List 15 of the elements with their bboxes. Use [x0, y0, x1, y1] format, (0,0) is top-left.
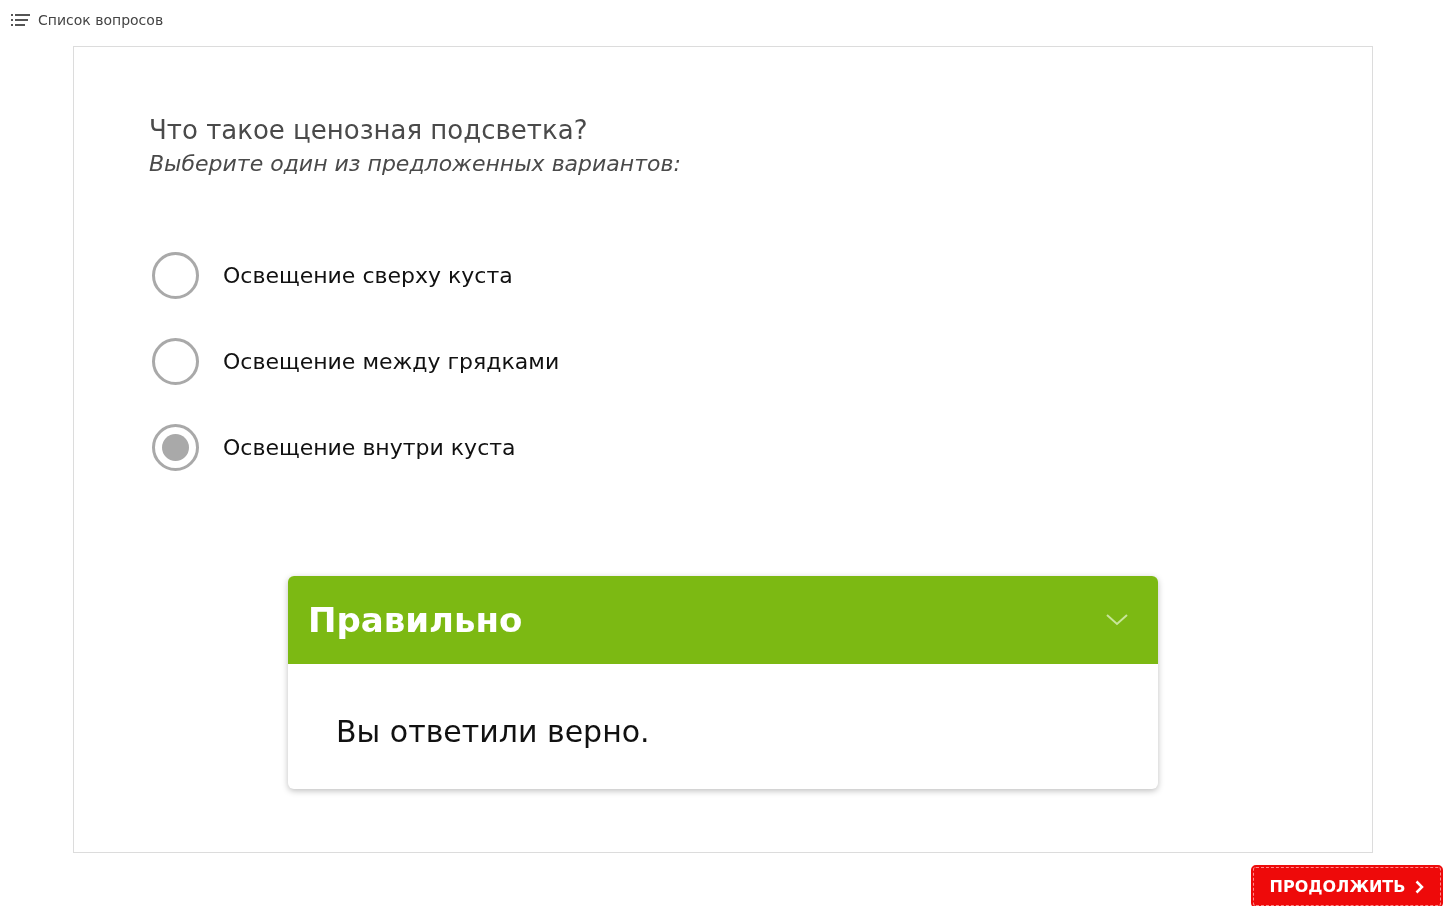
radio-button[interactable]: [152, 424, 199, 471]
list-icon: [11, 14, 30, 26]
radio-button[interactable]: [152, 338, 199, 385]
option-label[interactable]: Освещение между грядками: [223, 349, 560, 374]
question-instruction: Выберите один из предложенных вариантов:: [149, 151, 681, 176]
chevron-down-icon[interactable]: [1106, 614, 1128, 626]
chevron-right-icon: [1415, 879, 1425, 894]
option-label[interactable]: Освещение внутри куста: [223, 435, 516, 460]
question-list-link[interactable]: Список вопросов: [11, 12, 164, 28]
feedback-title: Правильно: [308, 600, 523, 640]
feedback-message: Вы ответили верно.: [336, 714, 650, 749]
option-label[interactable]: Освещение сверху куста: [223, 263, 513, 288]
radio-button[interactable]: [152, 252, 199, 299]
question-title: Что такое ценозная подсветка?: [149, 115, 588, 145]
continue-button[interactable]: ПРОДОЛЖИТЬ: [1253, 867, 1441, 906]
